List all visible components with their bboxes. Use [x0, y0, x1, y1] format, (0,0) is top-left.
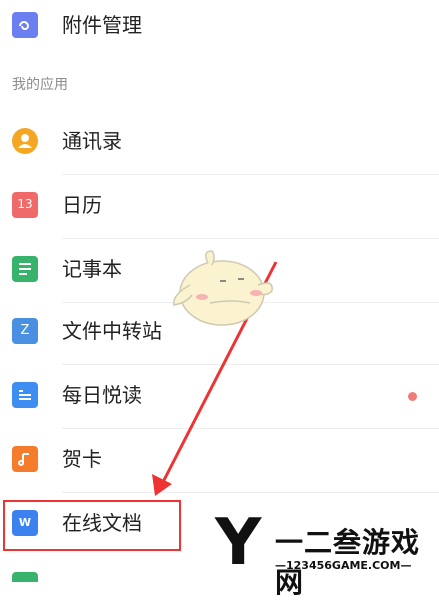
watermark-logo: Y — [215, 506, 262, 580]
mascot-watermark — [173, 250, 273, 326]
watermark-domain: —123456GAME.COM— — [275, 559, 412, 572]
site-watermark: Y 一二叁游戏网 —123456GAME.COM— — [215, 506, 439, 599]
